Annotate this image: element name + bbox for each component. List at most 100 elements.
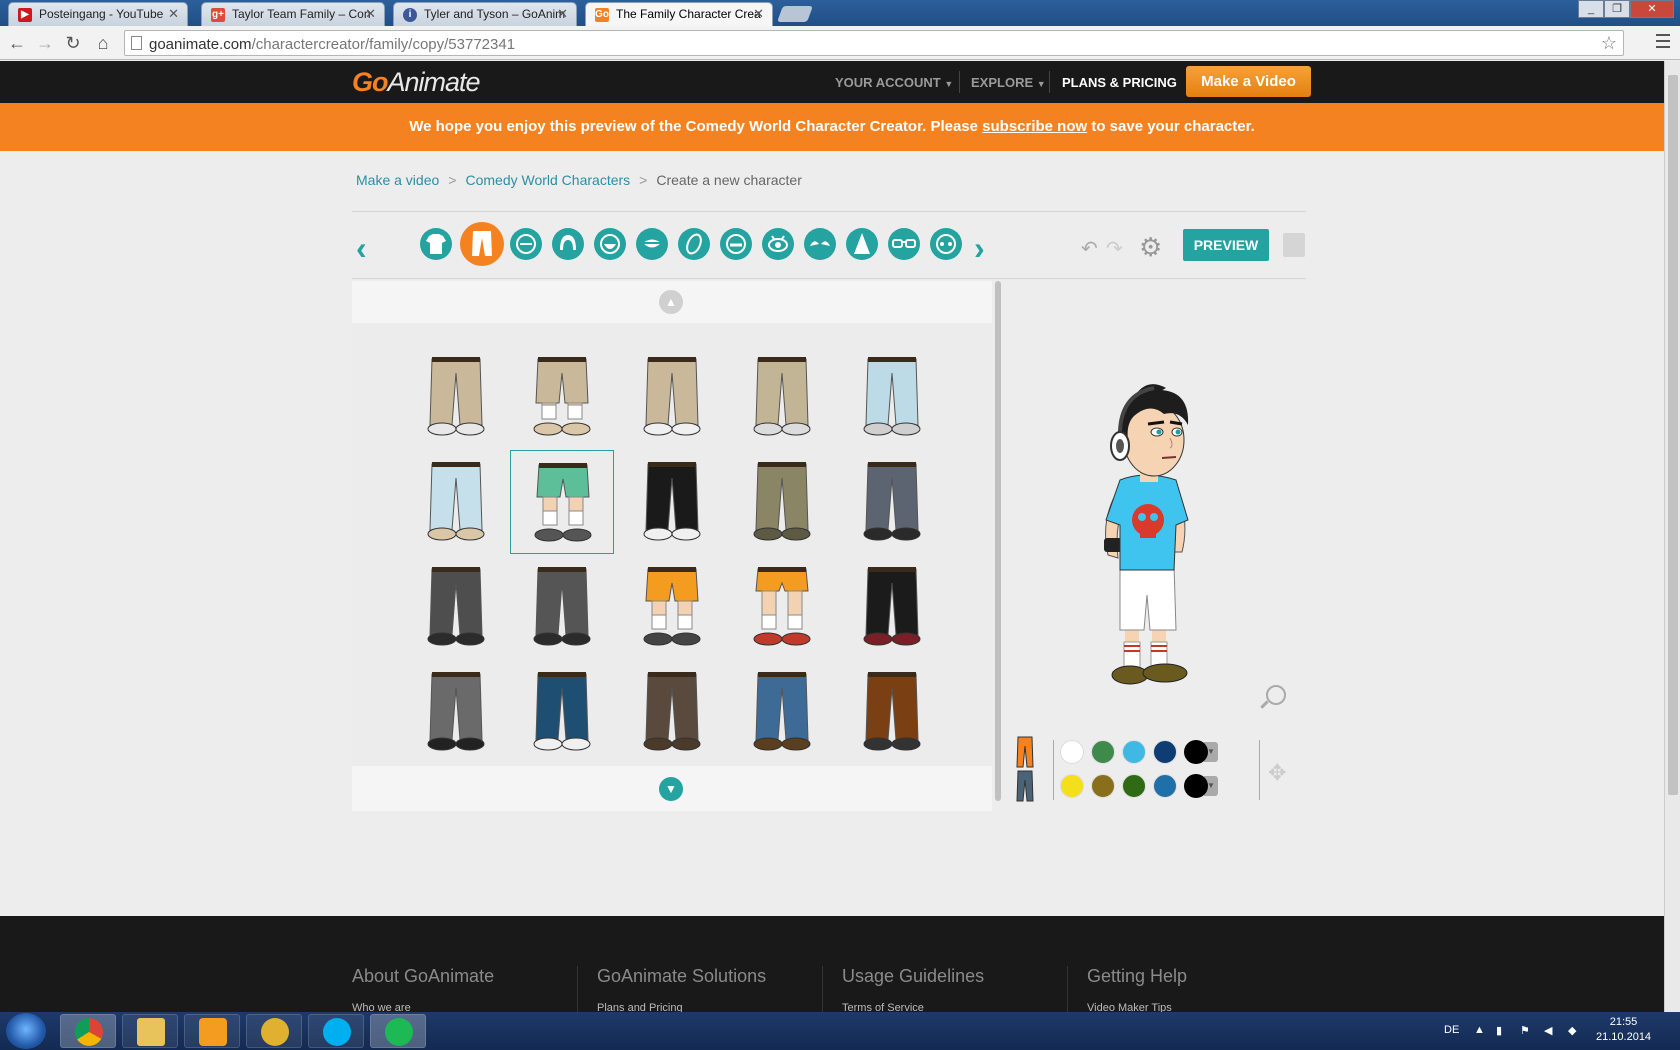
pants-item[interactable] bbox=[510, 660, 614, 764]
color-swatch[interactable] bbox=[1153, 774, 1177, 798]
pants-item[interactable] bbox=[620, 660, 724, 764]
home-icon[interactable]: ⌂ bbox=[92, 32, 114, 54]
taskbar-media-player[interactable] bbox=[184, 1014, 240, 1048]
color-swatch[interactable] bbox=[1060, 774, 1084, 798]
pants-item[interactable] bbox=[620, 450, 724, 554]
make-a-video-button[interactable]: Make a Video bbox=[1186, 66, 1311, 97]
face-icon[interactable] bbox=[510, 228, 542, 260]
language-indicator[interactable]: DE bbox=[1444, 1024, 1459, 1036]
close-tab-icon[interactable]: ✕ bbox=[365, 6, 376, 22]
pants-item[interactable] bbox=[840, 450, 944, 554]
undo-icon[interactable]: ↶ bbox=[1081, 236, 1098, 261]
volume-icon[interactable]: ◀ bbox=[1544, 1024, 1552, 1037]
breadcrumb-comedy-world[interactable]: Comedy World Characters bbox=[465, 172, 630, 188]
glasses-icon[interactable] bbox=[888, 228, 920, 260]
footer-solutions-title[interactable]: GoAnimate Solutions bbox=[597, 966, 766, 987]
scroll-up-icon[interactable]: ▲ bbox=[659, 290, 683, 314]
color-dropdown[interactable]: ▼ bbox=[1184, 774, 1218, 798]
pants-item[interactable] bbox=[404, 450, 508, 554]
dropbox-icon[interactable]: ◆ bbox=[1568, 1024, 1576, 1037]
forward-arrow-icon[interactable]: → bbox=[34, 32, 56, 54]
pants-item[interactable] bbox=[730, 555, 834, 659]
zoom-icon[interactable] bbox=[1266, 685, 1286, 705]
color-swatch[interactable] bbox=[1122, 774, 1146, 798]
color-swatch[interactable] bbox=[1091, 740, 1115, 764]
flag-icon[interactable]: ⚑ bbox=[1520, 1024, 1530, 1037]
pants-part-icon[interactable] bbox=[1015, 736, 1035, 768]
browser-tab-active[interactable]: Go The Family Character Crea ✕ bbox=[585, 2, 773, 26]
explore-menu[interactable]: EXPLORE ▼ bbox=[971, 75, 1046, 90]
goanimate-logo[interactable]: GoAnimate bbox=[352, 67, 480, 98]
maximize-icon[interactable]: ❐ bbox=[1604, 0, 1630, 18]
mouth-icon[interactable] bbox=[636, 228, 668, 260]
page-scrollbar[interactable] bbox=[1664, 61, 1680, 1012]
new-tab-button[interactable] bbox=[777, 6, 813, 22]
taskbar-explorer[interactable] bbox=[122, 1014, 178, 1048]
color-swatch[interactable] bbox=[1153, 740, 1177, 764]
color-swatch[interactable] bbox=[1091, 774, 1115, 798]
close-tab-icon[interactable]: ✕ bbox=[168, 6, 179, 22]
your-account-menu[interactable]: YOUR ACCOUNT ▼ bbox=[835, 75, 953, 90]
bookmark-star-icon[interactable]: ☆ bbox=[1601, 33, 1617, 54]
pants-icon[interactable] bbox=[460, 222, 504, 266]
page-scrollbar-thumb[interactable] bbox=[1668, 75, 1678, 795]
pants-item[interactable] bbox=[730, 450, 834, 554]
taskbar-skype[interactable] bbox=[308, 1014, 364, 1048]
close-tab-icon[interactable]: ✕ bbox=[557, 6, 568, 22]
color-dropdown[interactable]: ▼ bbox=[1184, 740, 1218, 764]
beard-icon[interactable] bbox=[594, 228, 626, 260]
close-window-icon[interactable]: ✕ bbox=[1630, 0, 1674, 18]
footer-usage-title[interactable]: Usage Guidelines bbox=[842, 966, 984, 987]
settings-gear-icon[interactable]: ⚙ bbox=[1139, 232, 1162, 263]
shirt-icon[interactable] bbox=[420, 228, 452, 260]
color-swatch[interactable] bbox=[1122, 740, 1146, 764]
minimize-icon[interactable]: _ bbox=[1578, 0, 1604, 18]
hair-icon[interactable] bbox=[552, 228, 584, 260]
pants-item[interactable] bbox=[840, 345, 944, 449]
item-panel-scrollbar[interactable] bbox=[995, 281, 1001, 801]
hat-icon[interactable] bbox=[846, 228, 878, 260]
extras-icon[interactable] bbox=[930, 228, 962, 260]
network-icon[interactable]: ▮ bbox=[1496, 1024, 1502, 1037]
browser-menu-icon[interactable] bbox=[1656, 34, 1670, 48]
breadcrumb-make-a-video[interactable]: Make a video bbox=[356, 172, 439, 188]
pants-item[interactable] bbox=[404, 345, 508, 449]
taskbar-chrome[interactable] bbox=[60, 1014, 116, 1048]
move-icon[interactable]: ✥ bbox=[1268, 760, 1286, 786]
address-bar[interactable]: goanimate.com/charactercreator/family/co… bbox=[124, 30, 1624, 56]
color-swatch[interactable] bbox=[1060, 740, 1084, 764]
start-button-icon[interactable] bbox=[6, 1013, 46, 1049]
pants-item[interactable] bbox=[620, 345, 724, 449]
url-text[interactable]: goanimate.com/charactercreator/family/co… bbox=[149, 36, 515, 53]
taskbar-spotify[interactable] bbox=[370, 1014, 426, 1048]
pants-item[interactable] bbox=[840, 660, 944, 764]
back-arrow-icon[interactable]: ← bbox=[6, 32, 28, 54]
eye-icon[interactable] bbox=[762, 228, 794, 260]
pants-item[interactable] bbox=[404, 555, 508, 659]
browser-tab[interactable]: g+ Taylor Team Family – Con ✕ bbox=[201, 2, 385, 26]
eyebrow-icon[interactable] bbox=[720, 228, 752, 260]
footer-about-title[interactable]: About GoAnimate bbox=[352, 966, 494, 987]
nose-icon[interactable] bbox=[678, 228, 710, 260]
prev-category-arrow-icon[interactable]: ‹ bbox=[356, 230, 367, 267]
pants-item[interactable] bbox=[730, 660, 834, 764]
subscribe-now-link[interactable]: subscribe now bbox=[982, 118, 1087, 135]
plans-pricing-link[interactable]: PLANS & PRICING bbox=[1062, 75, 1177, 90]
pants-item[interactable] bbox=[510, 555, 614, 659]
footer-help-title[interactable]: Getting Help bbox=[1087, 966, 1187, 987]
pants-item[interactable] bbox=[404, 660, 508, 764]
browser-tab[interactable]: i Tyler and Tyson – GoAnim ✕ bbox=[393, 2, 577, 26]
clock[interactable]: 21:5521.10.2014 bbox=[1596, 1015, 1651, 1045]
redo-icon[interactable]: ↷ bbox=[1106, 236, 1123, 261]
preview-button[interactable]: PREVIEW bbox=[1183, 229, 1269, 261]
taskbar-tools[interactable] bbox=[246, 1014, 302, 1048]
next-category-arrow-icon[interactable]: › bbox=[974, 230, 985, 267]
reload-icon[interactable]: ↻ bbox=[62, 32, 84, 54]
browser-tab[interactable]: ▶ Posteingang - YouTube ✕ bbox=[8, 2, 188, 26]
tray-expand-icon[interactable]: ▲ bbox=[1474, 1024, 1485, 1036]
pants-item[interactable] bbox=[620, 555, 724, 659]
brow-icon[interactable] bbox=[804, 228, 836, 260]
pants-item[interactable] bbox=[510, 450, 614, 554]
save-icon[interactable] bbox=[1283, 233, 1305, 257]
scroll-down-icon[interactable]: ▼ bbox=[659, 777, 683, 801]
